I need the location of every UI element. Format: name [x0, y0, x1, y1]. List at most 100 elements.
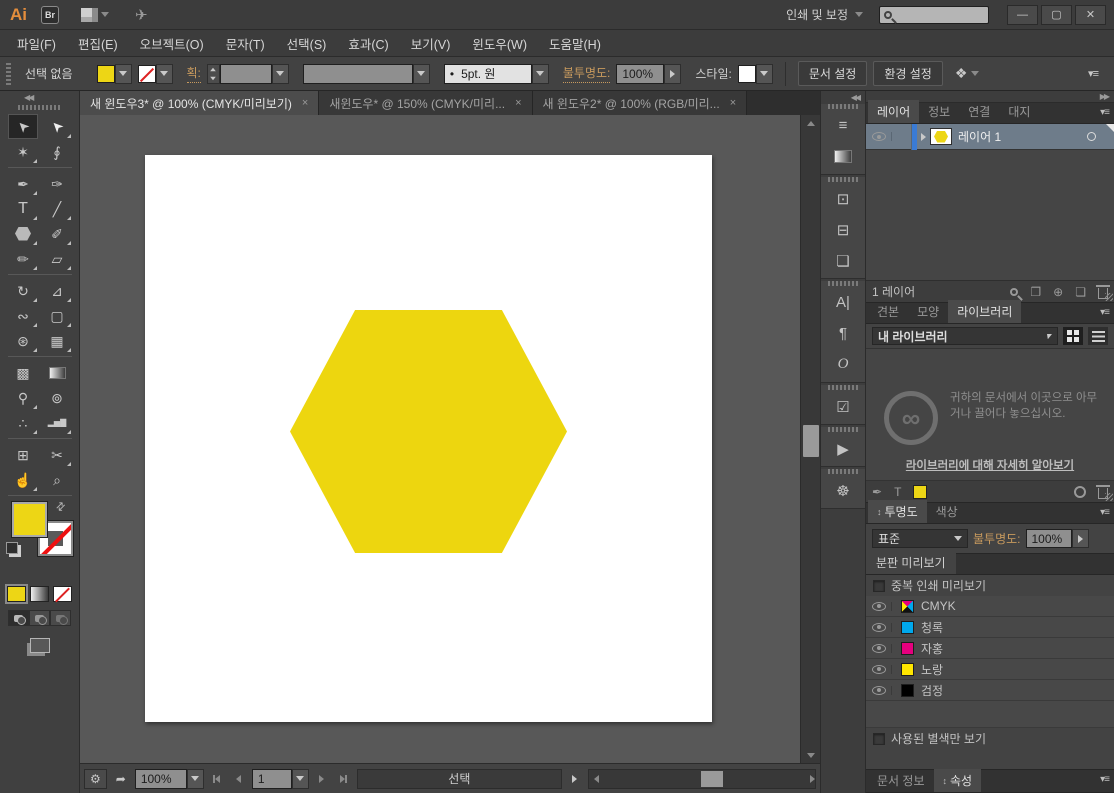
minimize-button[interactable]: — [1007, 4, 1038, 25]
horizontal-scrollbar[interactable] [587, 768, 816, 789]
tab-color[interactable]: 색상 [927, 500, 967, 523]
opentype-panel-icon[interactable]: O [821, 349, 865, 380]
free-transform-tool[interactable]: ▢ [42, 303, 72, 328]
separation-row-magenta[interactable]: 자홍 [866, 638, 1114, 659]
type-tool[interactable]: T [8, 196, 38, 221]
rotate-tool[interactable]: ↻ [8, 278, 38, 303]
pathfinder-panel-icon[interactable]: ❏ [821, 245, 865, 276]
grid-view-button[interactable] [1063, 327, 1083, 345]
brush-definition-control[interactable]: • 5pt. 원 [443, 63, 549, 84]
libraries-learn-more-link[interactable]: 라이브러리에 대해 자세히 알아보기 [876, 457, 1104, 473]
bottom-panel-menu-icon[interactable]: ▾≡ [1100, 774, 1110, 785]
line-segment-tool[interactable]: ╱ [42, 196, 72, 221]
separation-row-cyan[interactable]: 청록 [866, 617, 1114, 638]
tab-appearance[interactable]: 모양 [908, 300, 948, 323]
curvature-tool[interactable]: ✑ [42, 171, 72, 196]
overprint-preview-checkbox[interactable] [873, 579, 885, 592]
select-similar-control[interactable]: ❖ [955, 65, 980, 82]
prev-artboard-button[interactable] [230, 769, 248, 789]
transparency-opacity-control[interactable]: 100% [1025, 529, 1089, 549]
shape-builder-tool[interactable]: ⊛ [8, 328, 38, 353]
style-swatch[interactable] [737, 64, 756, 83]
paragraph-panel-icon[interactable]: ¶ [821, 318, 865, 349]
transparency-opacity-flyout[interactable] [1071, 529, 1089, 548]
opacity-field[interactable]: 100% [616, 63, 665, 84]
menu-help[interactable]: 도움말(H) [538, 29, 612, 58]
artboard-dropdown[interactable] [291, 768, 309, 789]
pen-tool[interactable]: ✒ [8, 171, 38, 196]
tab-document-info[interactable]: 문서 정보 [868, 769, 934, 792]
search-input[interactable] [896, 8, 976, 21]
horizontal-scroll-thumb[interactable] [700, 770, 723, 787]
expand-dock-icon[interactable]: ◀◀ [821, 91, 865, 102]
close-tab-icon[interactable]: × [302, 97, 308, 109]
stroke-weight-field[interactable] [219, 63, 272, 84]
add-graphic-button[interactable]: ✒ [872, 485, 882, 499]
fill-color-swatch[interactable] [96, 64, 115, 83]
hexagon-shape[interactable] [290, 310, 567, 553]
control-panel-menu-icon[interactable]: ▾≡ [1088, 67, 1099, 80]
menu-select[interactable]: 선택(S) [276, 29, 338, 58]
variable-width-control[interactable] [302, 63, 430, 84]
draw-behind-mode-button[interactable] [29, 610, 50, 626]
new-sublayer-button[interactable]: ⊕ [1053, 285, 1063, 299]
gpu-performance-icon[interactable]: ✈ [135, 6, 148, 24]
draw-inside-mode-button[interactable] [50, 610, 71, 626]
cc-sync-icon[interactable] [1074, 485, 1086, 498]
bridge-button[interactable]: Br [41, 5, 59, 24]
artboard-navigation[interactable]: 1 [251, 768, 309, 789]
none-button[interactable] [53, 586, 72, 602]
menu-file[interactable]: 파일(F) [6, 29, 67, 58]
actions-panel-icon[interactable]: ▶ [821, 433, 865, 464]
menu-window[interactable]: 윈도우(W) [461, 29, 538, 58]
gradient-button[interactable] [30, 586, 49, 602]
layer-lock-cell[interactable] [892, 123, 912, 150]
list-view-button[interactable] [1088, 327, 1108, 345]
document-tab-2[interactable]: 새윈도우* @ 150% (CMYK/미리... × [319, 91, 533, 115]
layer-name[interactable]: 레이어 1 [958, 128, 1001, 145]
artboard-number-field[interactable]: 1 [251, 768, 292, 789]
document-tab-3[interactable]: 새 윈도우2* @ 100% (RGB/미리... × [532, 91, 748, 115]
style-dropdown[interactable] [755, 63, 773, 84]
maximize-button[interactable]: ▢ [1041, 4, 1072, 25]
layer-target-icon[interactable] [1087, 132, 1096, 141]
stroke-weight-label[interactable]: 획: [186, 64, 201, 83]
document-setup-button[interactable]: 문서 설정 [797, 61, 868, 86]
close-button[interactable]: ✕ [1075, 4, 1106, 25]
screen-mode-button[interactable] [29, 638, 50, 653]
spot-only-checkbox[interactable] [873, 732, 885, 745]
fill-swatch[interactable] [12, 502, 47, 537]
width-tool[interactable]: ∾ [8, 303, 38, 328]
gradient-tool[interactable] [42, 360, 72, 385]
stroke-weight-stepper[interactable] [206, 63, 220, 84]
close-tab-icon[interactable]: × [515, 97, 521, 109]
blend-tool[interactable]: ⊚ [42, 385, 72, 410]
layer-visibility-cell[interactable] [866, 132, 892, 141]
opacity-control[interactable]: 100% [616, 63, 682, 84]
menu-object[interactable]: 오브젝트(O) [129, 29, 215, 58]
graph-tool[interactable]: ▂▅▇ [42, 410, 72, 435]
color-button[interactable] [5, 584, 28, 604]
libraries-panel-menu-icon[interactable]: ▾≡ [1100, 307, 1110, 318]
scroll-right-button[interactable] [799, 770, 815, 788]
direct-selection-tool[interactable]: ➤ [42, 114, 72, 139]
preferences-button[interactable]: 환경 설정 [873, 61, 943, 86]
brush-definition-dropdown[interactable] [531, 63, 549, 84]
stroke-weight-dropdown[interactable] [271, 63, 289, 84]
panel-gripper[interactable] [6, 62, 11, 85]
separation-visibility-cell[interactable] [866, 664, 892, 674]
tools-gripper[interactable] [17, 105, 62, 110]
stroke-color-control[interactable] [137, 63, 173, 84]
variable-width-dropdown[interactable] [412, 63, 430, 84]
scale-tool[interactable]: ⊿ [42, 278, 72, 303]
workspace-layout-button[interactable] [81, 7, 109, 22]
status-display[interactable]: 선택 [356, 768, 562, 789]
locate-object-button[interactable] [1010, 287, 1019, 296]
character-panel-icon[interactable]: A| [821, 287, 865, 318]
separation-row-black[interactable]: 검정 [866, 680, 1114, 701]
layers-panel-menu-icon[interactable]: ▾≡ [1100, 107, 1110, 118]
dock-gripper[interactable] [828, 469, 858, 474]
vertical-scroll-thumb[interactable] [803, 425, 819, 457]
slice-tool[interactable]: ✂ [42, 442, 72, 467]
layer-expand-icon[interactable] [921, 132, 926, 141]
